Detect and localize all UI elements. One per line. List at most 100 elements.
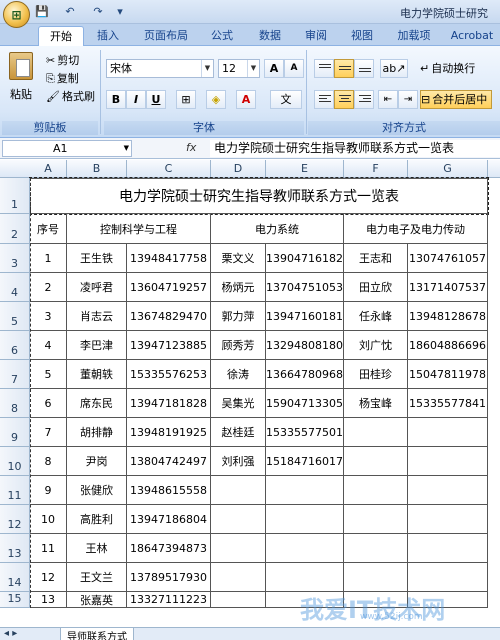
table-cell[interactable]: 顾秀芳 xyxy=(211,331,266,360)
table-cell[interactable] xyxy=(211,534,266,563)
table-cell[interactable]: 王林 xyxy=(67,534,127,563)
table-cell[interactable]: 13947160181 xyxy=(266,302,344,331)
table-cell[interactable]: 高胜利 xyxy=(67,505,127,534)
table-cell[interactable] xyxy=(408,476,488,505)
table-cell[interactable] xyxy=(408,505,488,534)
row-header-9[interactable]: 9 xyxy=(0,418,30,447)
table-cell[interactable]: 任永峰 xyxy=(344,302,408,331)
orientation-button[interactable]: ab↗ xyxy=(380,59,408,78)
table-cell[interactable] xyxy=(344,563,408,592)
underline-button[interactable]: U xyxy=(146,90,166,109)
table-cell[interactable]: 13294808180 xyxy=(266,331,344,360)
table-cell[interactable]: 15904713305 xyxy=(266,389,344,418)
table-cell[interactable]: 刘广忱 xyxy=(344,331,408,360)
table-cell[interactable]: 15335577501 xyxy=(266,418,344,447)
table-cell[interactable] xyxy=(211,592,266,608)
table-cell[interactable] xyxy=(266,476,344,505)
wrap-text-button[interactable]: ↵ 自动换行 xyxy=(420,60,475,78)
table-cell[interactable]: 肖志云 xyxy=(67,302,127,331)
shrink-font-button[interactable]: A xyxy=(284,59,304,78)
table-cell[interactable]: 王志和 xyxy=(344,244,408,273)
row-header-12[interactable]: 12 xyxy=(0,505,30,534)
table-cell[interactable]: 18604886696 xyxy=(408,331,488,360)
table-cell[interactable]: 15047811978 xyxy=(408,360,488,389)
column-header-f[interactable]: F xyxy=(344,160,408,178)
header-group-cell[interactable]: 电力系统 xyxy=(211,214,344,244)
table-cell[interactable]: 2 xyxy=(30,273,67,302)
table-cell[interactable] xyxy=(266,534,344,563)
table-cell[interactable]: 13948615558 xyxy=(127,476,211,505)
row-header-13[interactable]: 13 xyxy=(0,534,30,563)
font-name-select[interactable]: 宋体 ▼ xyxy=(106,59,214,78)
table-cell[interactable]: 15335576253 xyxy=(127,360,211,389)
column-header-b[interactable]: B xyxy=(67,160,127,178)
table-cell[interactable] xyxy=(211,563,266,592)
table-cell[interactable]: 席东民 xyxy=(67,389,127,418)
row-header-11[interactable]: 11 xyxy=(0,476,30,505)
table-cell[interactable] xyxy=(408,563,488,592)
table-cell[interactable]: 田桂珍 xyxy=(344,360,408,389)
header-group-cell[interactable]: 控制科学与工程 xyxy=(67,214,211,244)
row-header-7[interactable]: 7 xyxy=(0,360,30,389)
font-size-select[interactable]: 12 ▼ xyxy=(218,59,260,78)
table-cell[interactable]: 13674829470 xyxy=(127,302,211,331)
italic-button[interactable]: I xyxy=(126,90,146,109)
table-cell[interactable]: 王文兰 xyxy=(67,563,127,592)
table-cell[interactable] xyxy=(408,534,488,563)
table-cell[interactable]: 15184716017 xyxy=(266,447,344,476)
name-box[interactable]: A1 ▼ xyxy=(2,140,132,157)
row-header-8[interactable]: 8 xyxy=(0,389,30,418)
bold-button[interactable]: B xyxy=(106,90,126,109)
table-cell[interactable]: 张嘉英 xyxy=(67,592,127,608)
tab-formulas[interactable]: 公式 xyxy=(202,26,242,46)
row-header-3[interactable]: 3 xyxy=(0,244,30,273)
table-cell[interactable] xyxy=(266,563,344,592)
table-cell[interactable] xyxy=(211,505,266,534)
paste-button[interactable]: 粘贴 xyxy=(6,52,36,108)
table-cell[interactable]: 田立欣 xyxy=(344,273,408,302)
row-header-10[interactable]: 10 xyxy=(0,447,30,476)
table-cell[interactable]: 11 xyxy=(30,534,67,563)
table-cell[interactable]: 13604719257 xyxy=(127,273,211,302)
increase-indent-button[interactable]: ⇥ xyxy=(398,90,418,109)
worksheet-grid[interactable]: 电力学院硕士研究生指导教师联系方式一览表 序号 控制科学与工程 电力系统 电力电子及电力… xyxy=(29,177,500,640)
formula-input[interactable]: 电力学院硕士研究生指导教师联系方式一览表 xyxy=(210,140,500,157)
table-cell[interactable]: 9 xyxy=(30,476,67,505)
table-cell[interactable]: 13804742497 xyxy=(127,447,211,476)
table-cell[interactable]: 栗文义 xyxy=(211,244,266,273)
table-cell[interactable]: 18647394873 xyxy=(127,534,211,563)
row-header-6[interactable]: 6 xyxy=(0,331,30,360)
quick-access-dropdown-icon[interactable]: ▾ xyxy=(112,5,128,19)
row-header-15[interactable]: 15 xyxy=(0,592,30,608)
table-cell[interactable]: 7 xyxy=(30,418,67,447)
row-header-5[interactable]: 5 xyxy=(0,302,30,331)
tab-addins[interactable]: 加载项 xyxy=(388,26,440,46)
table-cell[interactable]: 王生铁 xyxy=(67,244,127,273)
decrease-indent-button[interactable]: ⇤ xyxy=(378,90,398,109)
align-top-button[interactable] xyxy=(314,59,334,78)
table-cell[interactable]: 胡排静 xyxy=(67,418,127,447)
table-cell[interactable] xyxy=(344,534,408,563)
table-cell[interactable]: 15335577841 xyxy=(408,389,488,418)
table-cell[interactable]: 赵桂廷 xyxy=(211,418,266,447)
table-cell[interactable]: 13789517930 xyxy=(127,563,211,592)
fx-icon[interactable]: fx xyxy=(186,141,196,154)
table-cell[interactable] xyxy=(344,418,408,447)
table-cell[interactable]: 13948417758 xyxy=(127,244,211,273)
column-header-e[interactable]: E xyxy=(266,160,344,178)
table-cell[interactable]: 13948191925 xyxy=(127,418,211,447)
table-cell[interactable]: 13947123885 xyxy=(127,331,211,360)
table-cell[interactable]: 13904716182 xyxy=(266,244,344,273)
align-left-button[interactable] xyxy=(314,90,334,109)
tab-acrobat[interactable]: Acrobat xyxy=(446,26,498,46)
row-header-4[interactable]: 4 xyxy=(0,273,30,302)
undo-icon[interactable]: ↶ xyxy=(62,5,78,19)
tab-page-layout[interactable]: 页面布局 xyxy=(134,26,198,46)
table-cell[interactable]: 刘利强 xyxy=(211,447,266,476)
header-seq-cell[interactable]: 序号 xyxy=(30,214,67,244)
table-cell[interactable]: 13664780968 xyxy=(266,360,344,389)
row-header-14[interactable]: 14 xyxy=(0,563,30,592)
align-center-button[interactable] xyxy=(334,90,354,109)
font-color-button[interactable]: A xyxy=(236,90,256,109)
table-cell[interactable]: 13171407537 xyxy=(408,273,488,302)
